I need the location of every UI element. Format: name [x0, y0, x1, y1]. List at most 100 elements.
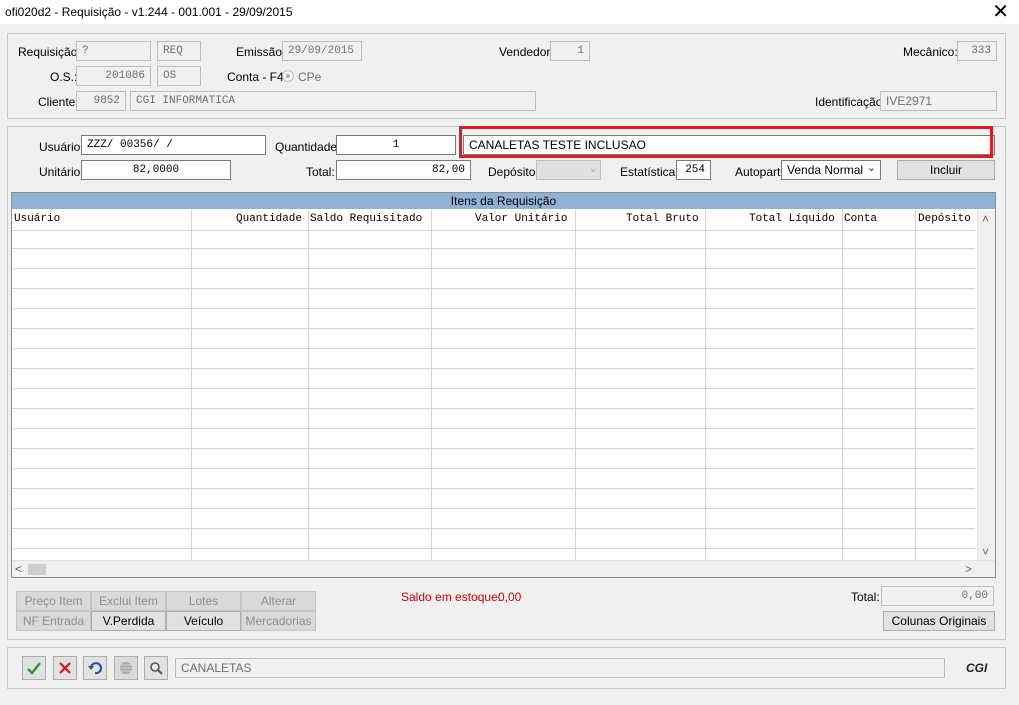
grid-header-quantidade[interactable]: Quantidade	[236, 213, 302, 225]
globe-icon	[120, 662, 132, 674]
emissao-field: 29/09/2015	[282, 41, 362, 61]
conta-cpe-label: CPe	[298, 70, 322, 84]
grid-row-line	[12, 428, 975, 429]
usuario-input[interactable]: ZZZ/ 00356/ /	[81, 135, 266, 155]
usuario-label: Usuário:	[39, 140, 84, 154]
saldo-estoque-value: 0,00	[498, 590, 522, 604]
total-item-input[interactable]: 82,00	[336, 160, 471, 180]
grid-caption: Itens da Requisição	[12, 193, 995, 209]
exclui-item-button[interactable]: Exclui Item	[91, 591, 166, 611]
grid-header-valor-unitario[interactable]: Valor Unitário	[475, 213, 567, 225]
unitario-label: Unitário:	[39, 165, 84, 179]
grand-total-field: 0,00	[881, 586, 994, 606]
emissao-label: Emissão:	[236, 45, 286, 59]
grid-header-total-liquido[interactable]: Total Líquido	[749, 213, 835, 225]
deposito-select[interactable]: ⌄	[536, 160, 601, 180]
undo-icon	[88, 662, 102, 675]
confirm-button[interactable]	[22, 656, 46, 680]
status-field: CANALETAS	[175, 658, 945, 678]
total-item-label: Total:	[306, 165, 335, 179]
grid-row-line	[12, 508, 975, 509]
conta-cpe-radio[interactable]	[282, 70, 294, 82]
vendedor-field: 1	[550, 41, 590, 61]
requisicao-label: Requisição:	[18, 45, 81, 59]
grid-row-line	[12, 308, 975, 309]
grid-row-line	[12, 448, 975, 449]
alterar-button[interactable]: Alterar	[241, 591, 316, 611]
close-icon[interactable]: ✕	[992, 1, 1009, 23]
requisicao-type-field: REQ	[157, 41, 201, 61]
items-grid[interactable]: Itens da Requisição Usuário Quantidade S…	[11, 192, 996, 578]
requisicao-field: ?	[76, 41, 151, 61]
estatistica-label: Estatística:	[620, 165, 679, 179]
search-icon	[150, 662, 163, 675]
quantidade-input[interactable]: 1	[336, 135, 456, 155]
estatistica-input[interactable]: 254	[676, 160, 711, 180]
grid-row-line	[12, 328, 975, 329]
search-button[interactable]	[144, 656, 168, 680]
nf-entrada-button[interactable]: NF Entrada	[16, 611, 91, 631]
grid-row-line	[12, 468, 975, 469]
grid-row-line	[12, 348, 975, 349]
grid-header-saldo-requisitado[interactable]: Saldo Requisitado	[310, 213, 422, 225]
grid-row-line	[12, 488, 975, 489]
vendedor-label: Vendedor:	[499, 45, 554, 59]
cliente-name-field: CGI INFORMATICA	[130, 91, 536, 111]
highlight-box	[459, 126, 993, 158]
chevron-down-icon: ⌄	[589, 164, 596, 175]
saldo-estoque-label: Saldo em estoque:	[401, 590, 502, 604]
grid-header-usuario[interactable]: Usuário	[14, 213, 60, 225]
title-bar: ofi020d2 - Requisição - v1.244 - 001.001…	[0, 0, 1019, 24]
conta-label: Conta - F4:	[227, 70, 288, 84]
preco-item-button[interactable]: Preço Item	[16, 591, 91, 611]
grid-row-line	[12, 548, 975, 549]
disabled-tool-button[interactable]	[114, 656, 138, 680]
incluir-button[interactable]: Incluir	[897, 160, 995, 180]
deposito-label: Depósito:	[488, 165, 539, 179]
identificacao-field: IVE2971	[880, 91, 997, 111]
unitario-value: 82,0000	[132, 164, 180, 176]
scroll-thumb[interactable]	[28, 564, 46, 575]
checkmark-icon	[27, 662, 41, 675]
grid-row-line	[12, 248, 975, 249]
grid-row-line	[12, 528, 975, 529]
os-label: O.S.:	[50, 70, 78, 84]
scroll-left-icon[interactable]: <	[15, 563, 22, 575]
v-perdida-button[interactable]: V.Perdida	[91, 611, 166, 631]
cliente-label: Cliente:	[38, 95, 79, 109]
grand-total-label: Total:	[851, 590, 880, 604]
grid-row-line	[12, 368, 975, 369]
cancel-button[interactable]	[53, 656, 77, 680]
veiculo-button[interactable]: Veículo	[166, 611, 241, 631]
autopart-value: Venda Normal	[787, 163, 864, 177]
os-type-field: OS	[157, 66, 201, 86]
autopart-select[interactable]: Venda Normal ⌄	[781, 160, 881, 180]
grid-horizontal-scrollbar[interactable]: < >	[12, 560, 995, 577]
colunas-originais-button[interactable]: Colunas Originais	[883, 611, 995, 631]
grid-row-line	[12, 388, 975, 389]
window-title: ofi020d2 - Requisição - v1.244 - 001.001…	[5, 5, 293, 19]
grid-vertical-scrollbar[interactable]: ˄ ˅	[977, 210, 995, 561]
grid-row-line	[12, 288, 975, 289]
scroll-down-icon[interactable]: ˅	[982, 546, 989, 558]
grid-row-line	[12, 230, 975, 231]
mercadorias-button[interactable]: Mercadorias	[241, 611, 316, 631]
chevron-down-icon: ⌄	[866, 162, 876, 174]
grid-header-total-bruto[interactable]: Total Bruto	[626, 213, 699, 225]
close-icon	[59, 662, 71, 674]
scroll-right-icon[interactable]: >	[965, 563, 972, 575]
scroll-up-icon[interactable]: ˄	[982, 213, 989, 225]
grid-row-line	[12, 268, 975, 269]
os-field: 201086	[76, 66, 151, 86]
grid-header-conta[interactable]: Conta	[844, 213, 877, 225]
identificacao-label: Identificação:	[815, 95, 886, 109]
quantidade-label: Quantidade:	[275, 140, 341, 154]
unitario-input[interactable]: 82,0000	[81, 160, 231, 180]
quantidade-value: 1	[392, 139, 400, 151]
cliente-code-field: 9852	[76, 91, 126, 111]
mecanico-field: 333	[957, 41, 997, 61]
undo-button[interactable]	[83, 656, 107, 680]
lotes-button[interactable]: Lotes	[166, 591, 241, 611]
mecanico-label: Mecânico:	[903, 45, 958, 59]
grid-header-deposito[interactable]: Depósito	[918, 213, 971, 225]
